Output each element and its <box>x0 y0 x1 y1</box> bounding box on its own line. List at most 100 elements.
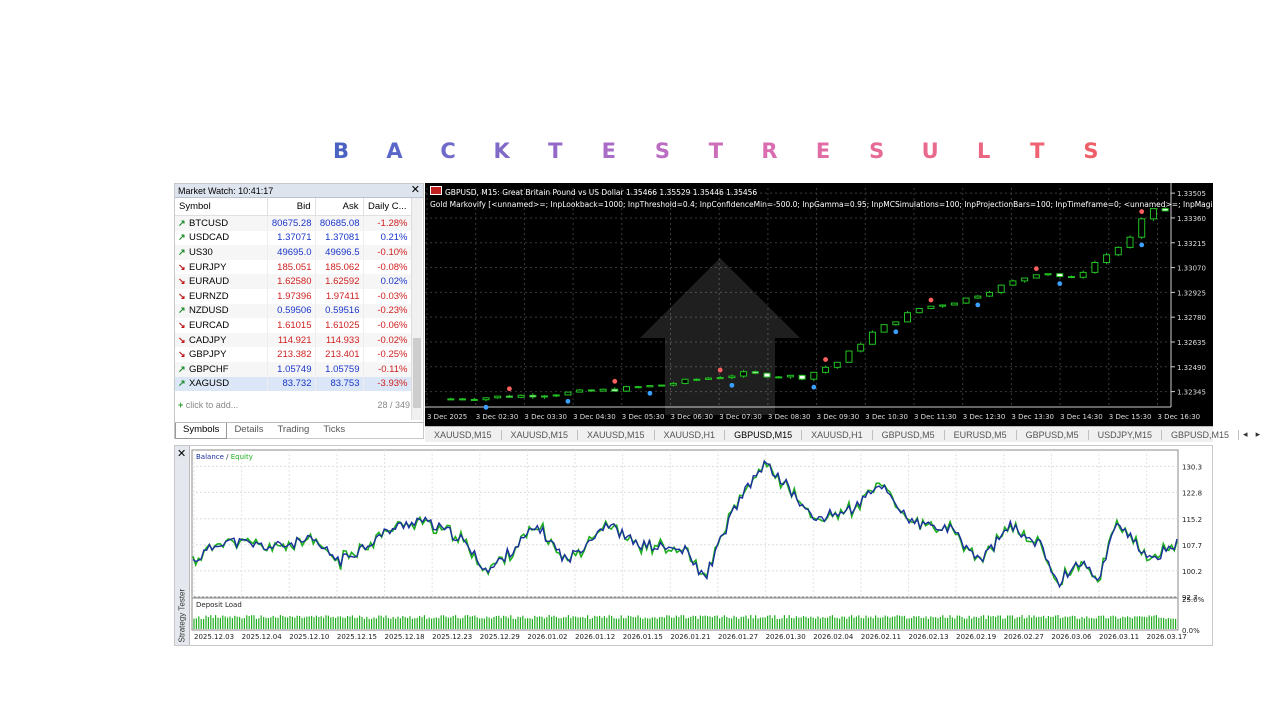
table-row[interactable]: ↗ US30 49695.0 49696.5 -0.10% <box>175 245 412 260</box>
arrow-down-icon: ↘ <box>178 276 186 287</box>
chevron-right-icon[interactable]: ▸ <box>1252 429 1265 440</box>
date-label: 2026.01.30 <box>766 633 806 641</box>
candle-body <box>798 374 806 380</box>
chart-tab[interactable]: XAUUSD,H1 <box>655 429 726 440</box>
candle-body <box>950 302 958 306</box>
title-letter: U <box>921 139 939 163</box>
candle-body <box>1067 276 1075 279</box>
chart-tab[interactable]: XAUUSD,M15 <box>502 429 579 440</box>
chart-tabs: XAUUSD,M15 XAUUSD,M15 XAUUSD,M15 XAUUSD,H1 G… <box>425 426 1260 442</box>
candle-body <box>1114 246 1122 256</box>
price-label: 1.32345 <box>1177 389 1206 397</box>
candle-body <box>459 398 467 401</box>
title-letter: E <box>815 139 831 163</box>
arrow-down-icon: ↘ <box>178 261 186 272</box>
column-header[interactable]: Bid <box>267 198 316 216</box>
change-cell: -1.28% <box>363 215 412 231</box>
table-row[interactable]: ↗ BTCUSD 80675.28 80685.08 -1.28% <box>175 215 412 231</box>
time-label: 3 Dec 14:30 <box>1060 413 1103 421</box>
table-row[interactable]: ↘ EURJPY 185.051 185.062 -0.08% <box>175 259 412 275</box>
title-letter: E <box>601 139 616 163</box>
date-label: 2026.02.04 <box>813 633 854 641</box>
table-row[interactable]: ↗ NZDUSD 0.59506 0.59516 -0.23% <box>175 303 412 319</box>
symbol-cell: ↘ EURAUD <box>175 274 268 289</box>
candle-body <box>1009 280 1017 286</box>
chart-tab[interactable]: GBPUSD,M15 <box>725 429 803 440</box>
candle-body <box>552 394 560 397</box>
close-icon[interactable]: ✕ <box>177 447 186 460</box>
title-letter: T <box>548 139 563 163</box>
signal-marker <box>928 297 934 303</box>
candle-body <box>646 385 654 388</box>
chart-tab[interactable]: USDJPY,M15 <box>1089 429 1163 440</box>
chart-tab[interactable]: XAUUSD,M15 <box>425 429 502 440</box>
chart-tab[interactable]: GBPUSD,M15 <box>1162 429 1240 440</box>
table-row[interactable]: ↗ GBPCHF 1.05749 1.05759 -0.11% <box>175 361 412 377</box>
tab-details[interactable]: Details <box>227 423 270 439</box>
title-letter: A <box>386 139 403 163</box>
bid-cell: 1.62580 <box>267 274 316 289</box>
price-chart[interactable]: 1.33505 1.33360 1.33215 1.33070 1.32925 1.327… <box>425 183 1213 426</box>
ask-cell: 1.05759 <box>315 361 364 377</box>
candle-body <box>997 284 1005 293</box>
column-header[interactable]: Symbol <box>175 198 268 216</box>
table-row[interactable]: ↘ GBPJPY 213.382 213.401 -0.25% <box>175 347 412 362</box>
time-label: 3 Dec 09:30 <box>817 413 860 421</box>
chart-tab[interactable]: XAUUSD,M15 <box>578 429 655 440</box>
symbol-cell: ↘ EURNZD <box>175 288 268 304</box>
column-header[interactable]: Daily C... <box>363 198 412 216</box>
chart-tab[interactable]: GBPUSD,M5 <box>1017 429 1089 440</box>
candle-body <box>634 386 642 389</box>
tab-trading[interactable]: Trading <box>270 423 316 439</box>
time-label: 3 Dec 11:30 <box>914 413 957 421</box>
candle-body <box>833 361 841 368</box>
tab-ticks[interactable]: Ticks <box>316 423 352 439</box>
table-row[interactable]: ↗ XAGUSD 83.732 83.753 -3.93% <box>175 376 412 392</box>
candle-body <box>904 312 912 323</box>
arrow-up-icon: ↗ <box>178 246 186 257</box>
bid-cell: 83.732 <box>267 376 316 392</box>
candle-body <box>892 321 900 326</box>
table-row[interactable]: ↘ EURNZD 1.97396 1.97411 -0.03% <box>175 288 412 304</box>
signal-marker <box>565 398 571 404</box>
tester-side-label: Strategy Tester <box>177 588 187 643</box>
title-letter: T <box>708 139 724 163</box>
table-row[interactable]: ↘ EURCAD 1.61015 1.61025 -0.06% <box>175 318 412 333</box>
symbol-name: NZDUSD <box>189 305 229 317</box>
symbol-name: GBPJPY <box>189 349 227 361</box>
chevron-left-icon[interactable]: ◂ <box>1239 429 1252 440</box>
chart-tab[interactable]: XAUUSD,H1 <box>802 429 873 440</box>
candle-body <box>1103 254 1111 263</box>
indicator-label: Gold Markovify [<unnamed>=; InpLookback=… <box>430 200 1213 209</box>
candle-body <box>915 307 923 314</box>
change-cell: -0.06% <box>363 318 412 333</box>
close-icon[interactable]: ✕ <box>411 185 420 196</box>
ask-cell: 185.062 <box>315 259 364 275</box>
legend-separator: / <box>224 453 231 461</box>
chart-tab[interactable]: EURUSD,M5 <box>945 429 1017 440</box>
chart-tab[interactable]: GBPUSD,M5 <box>873 429 945 440</box>
balance-equity-chart[interactable]: 130.3122.8115.2107.7100.292.72025.12.03 2… <box>190 446 1212 645</box>
candlestick-chart[interactable]: 1.335051.333601.332151.330701.329251.327… <box>425 183 1213 426</box>
add-symbol-row[interactable]: + click to add... 28 / 349 <box>178 400 410 410</box>
table-row[interactable]: ↘ CADJPY 114.921 114.933 -0.02% <box>175 332 412 348</box>
market-watch-scrollbar[interactable] <box>411 198 422 420</box>
candle-body <box>716 377 724 380</box>
arrow-up-icon: ↗ <box>178 363 186 374</box>
table-row[interactable]: ↘ EURAUD 1.62580 1.62592 0.02% <box>175 274 412 289</box>
add-symbol-label[interactable]: click to add... <box>186 400 239 410</box>
candle-body <box>447 398 455 401</box>
date-label: 2026.01.02 <box>527 633 567 641</box>
signal-marker <box>893 329 899 335</box>
date-label: 2026.02.11 <box>861 633 901 641</box>
scrollbar-thumb[interactable] <box>413 338 421 408</box>
tab-symbols[interactable]: Symbols <box>175 423 228 439</box>
symbol-cell: ↗ US30 <box>175 245 268 260</box>
price-label: 1.33070 <box>1177 265 1206 273</box>
table-row[interactable]: ↗ USDCAD 1.37071 1.37081 0.21% <box>175 230 412 246</box>
candle-body <box>576 389 584 393</box>
bid-cell: 49695.0 <box>267 245 316 260</box>
column-header[interactable]: Ask <box>315 198 364 216</box>
ask-cell: 80685.08 <box>315 215 364 231</box>
arrow-down-icon: ↘ <box>178 334 186 345</box>
